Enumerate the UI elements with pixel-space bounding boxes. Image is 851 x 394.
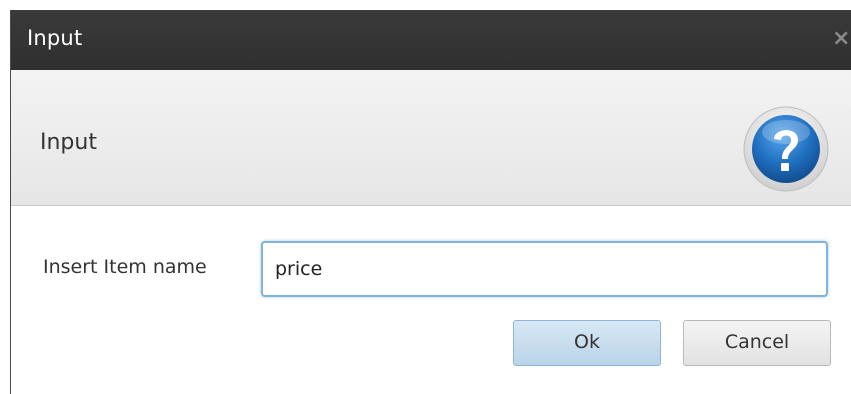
dialog-body: Insert Item name Ok Cancel bbox=[11, 206, 851, 394]
header-title: Input bbox=[40, 130, 97, 155]
dialog-header: Input bbox=[11, 70, 851, 206]
item-name-input[interactable] bbox=[261, 241, 828, 297]
title-bar[interactable]: Input × bbox=[11, 10, 851, 70]
input-dialog: Input × Input Insert Item name price Ok … bbox=[10, 10, 851, 394]
close-icon[interactable]: × bbox=[832, 26, 851, 52]
ok-button[interactable]: Ok bbox=[513, 320, 661, 366]
window-title: Input bbox=[27, 26, 83, 50]
question-help-icon bbox=[743, 106, 829, 192]
item-name-label: Insert Item name bbox=[43, 256, 207, 278]
cancel-button[interactable]: Cancel bbox=[683, 320, 831, 366]
